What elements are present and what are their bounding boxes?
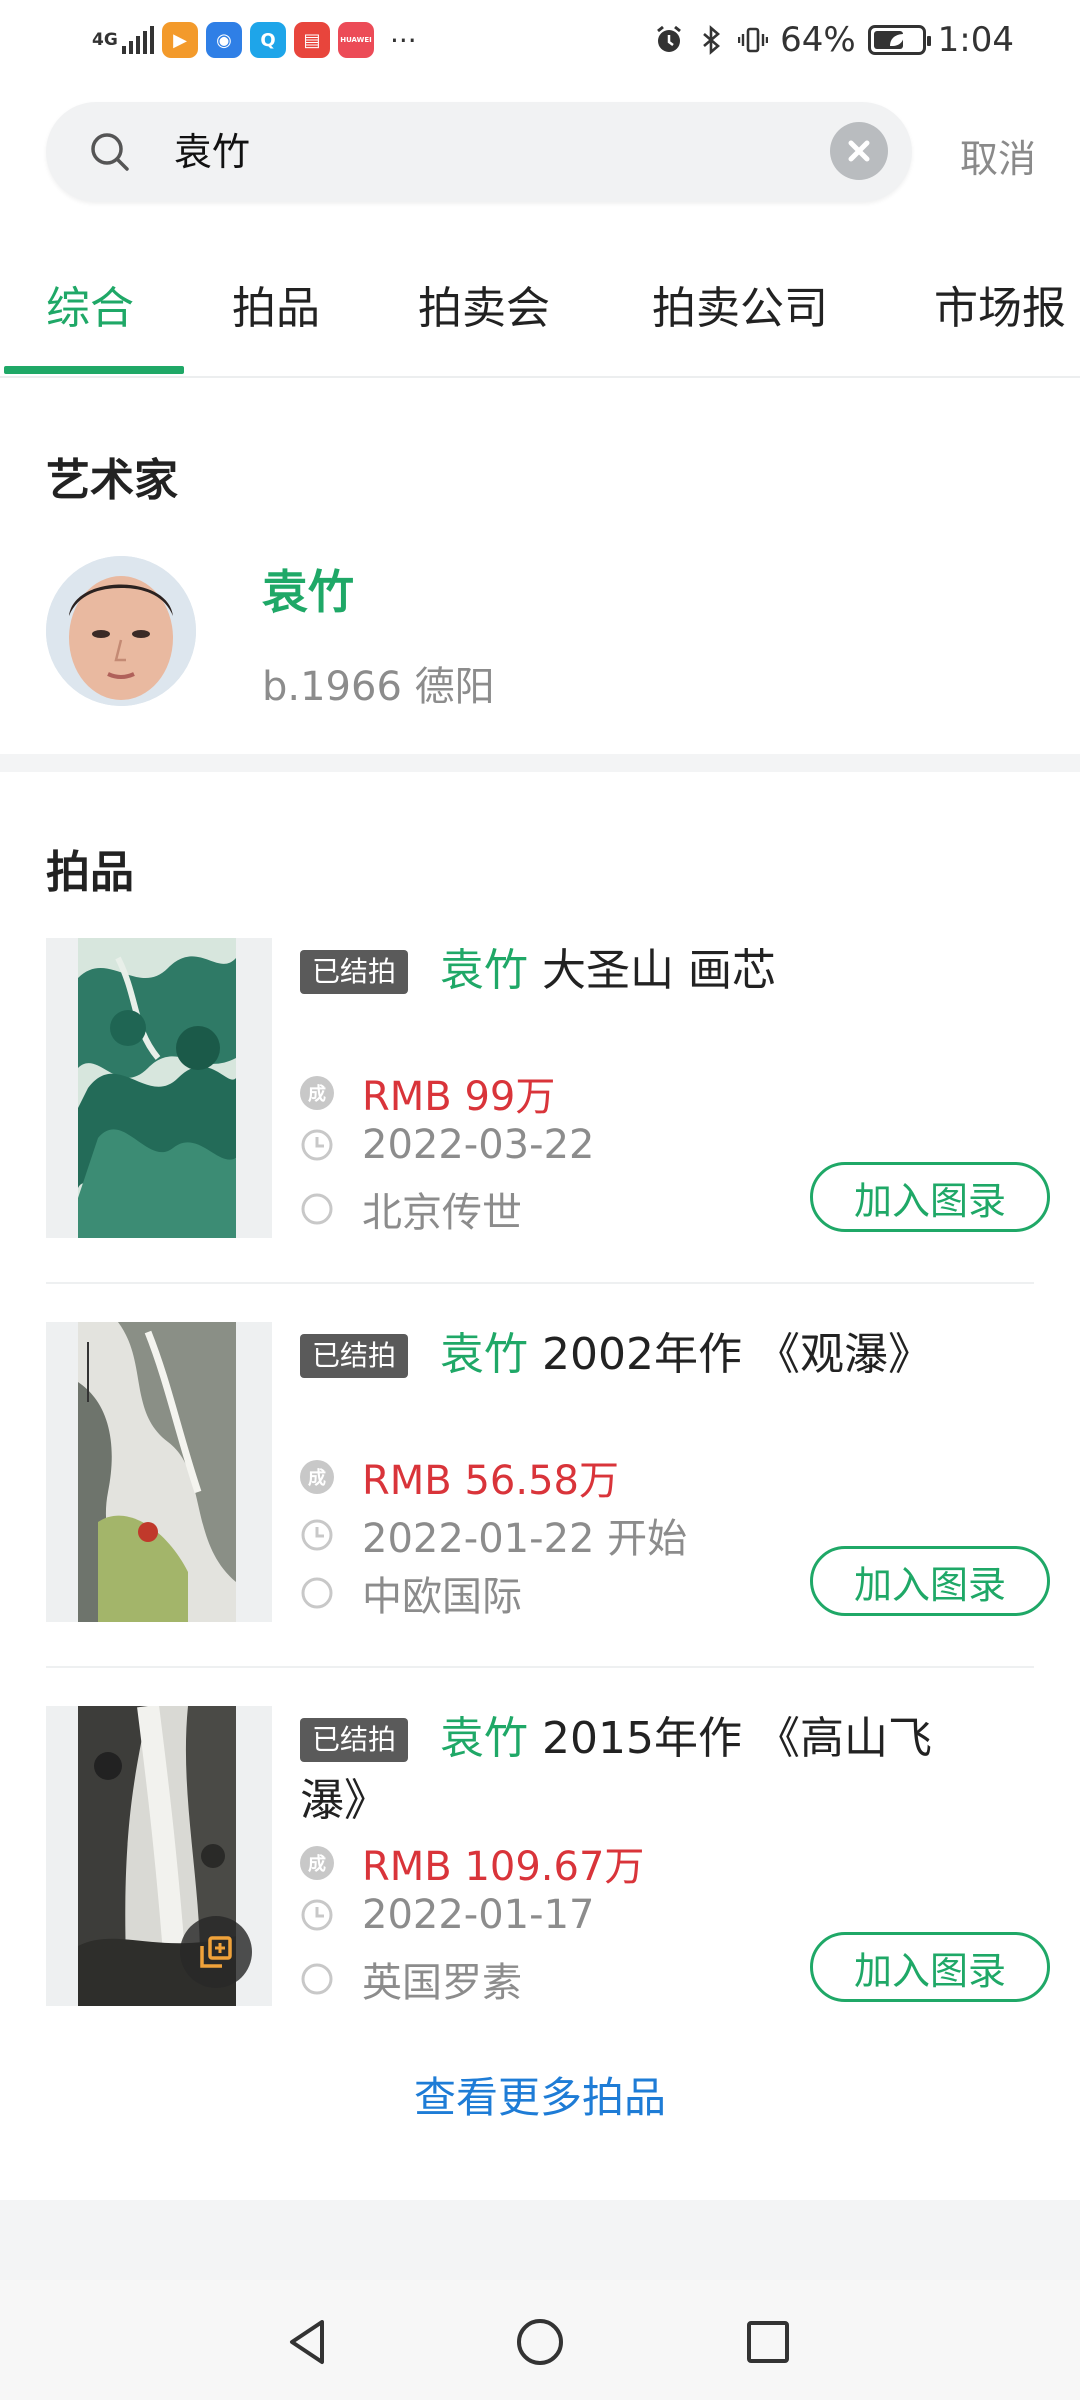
lot-date: 2022-01-22 开始 [362,1516,688,1562]
huawei-app-icon: HUAWEI [338,22,374,58]
date-row: 2022-03-22 [300,1122,594,1168]
recents-button[interactable] [736,2310,800,2374]
active-tab-indicator [4,366,184,374]
list-item[interactable]: 已结拍 袁竹 2002年作 《观瀑》 成 RMB 56.58万 2022-01-… [0,1284,1080,1668]
video-app-icon: ▶ [162,22,198,58]
cancel-button[interactable]: 取消 [960,128,1036,183]
list-item[interactable]: 已结拍 袁竹 2015年作 《高山飞瀑》 成 RMB 109.67万 2022-… [0,1668,1080,2052]
artist-section-title: 艺术家 [46,455,178,506]
recents-icon [747,2321,789,2363]
lot-date: 2022-03-22 [362,1122,595,1168]
status-bar: 4G ▶ ◉ Q ▤ HUAWEI ··· 64% 1:04 [0,0,1080,80]
lot-artist-highlight: 袁竹 [440,945,528,996]
bulb-app-icon: ◉ [206,22,242,58]
artist-meta: b.1966 德阳 [262,664,495,710]
clear-search-button[interactable] [830,122,888,180]
tab-auctions[interactable]: 拍卖会 [418,272,550,336]
lot-date: 2022-01-17 [362,1892,595,1938]
clock-icon [301,1129,333,1161]
lots-section: 拍品 已结拍 袁竹 大圣山 画芯 成 RMB 99万 2022-03-22 北京… [0,772,1080,2200]
tab-market-report[interactable]: 市场报 [934,272,1066,336]
clock: 1:04 [937,20,1014,60]
lot-price: RMB 56.58万 [362,1458,619,1504]
home-icon [517,2319,563,2365]
close-icon [848,140,870,162]
lot-image[interactable] [46,938,272,1238]
lot-title[interactable]: 袁竹 大圣山 画芯 [300,940,990,1002]
house-row: 北京传世 [300,1180,522,1238]
deal-icon: 成 [300,1460,334,1494]
house-row: 中欧国际 [300,1564,522,1622]
lot-price: RMB 109.67万 [362,1844,645,1890]
list-item[interactable]: 已结拍 袁竹 大圣山 画芯 成 RMB 99万 2022-03-22 北京传世 … [0,900,1080,1284]
deal-icon: 成 [300,1846,334,1880]
price-row: 成 RMB 109.67万 [300,1834,644,1892]
lot-title-text: 2002年作 《观瀑》 [528,1329,932,1380]
date-row: 2022-01-17 [300,1892,594,1938]
back-icon [290,2320,324,2364]
date-row: 2022-01-22 开始 [300,1506,687,1564]
vibrate-icon [738,27,769,53]
add-to-catalog-button[interactable]: 加入图录 [810,1162,1050,1232]
search-input[interactable] [174,102,834,202]
auction-house-icon [301,1193,333,1225]
avatar[interactable] [46,556,196,706]
battery-percent: 64% [780,20,856,60]
artist-section: 艺术家 袁竹 b.1966 德阳 [0,378,1080,754]
lot-artist-highlight: 袁竹 [440,1329,528,1380]
auction-house-icon [301,1963,333,1995]
alarm-icon [657,25,681,52]
lot-auction-house: 中欧国际 [362,1574,522,1620]
lot-auction-house: 北京传世 [362,1190,522,1236]
search-header: 取消 [0,80,1080,230]
deal-icon: 成 [300,1076,334,1110]
home-button[interactable] [508,2310,572,2374]
search-box[interactable] [46,102,912,202]
clock-icon [301,1899,333,1931]
lot-title[interactable]: 袁竹 2002年作 《观瀑》 [300,1324,990,1386]
battery-icon [867,25,931,55]
floating-add-button[interactable] [180,1916,252,1988]
status-bar-left: 4G ▶ ◉ Q ▤ HUAWEI ··· [92,18,417,62]
bluetooth-icon [703,25,721,55]
tab-overview[interactable]: 综合 [46,272,134,336]
signal-icon [122,26,154,54]
back-button[interactable] [276,2310,340,2374]
search-app-icon: Q [250,22,286,58]
add-to-catalog-button[interactable]: 加入图录 [810,1546,1050,1616]
clock-icon [301,1519,333,1551]
reader-app-icon: ▤ [294,22,330,58]
price-row: 成 RMB 99万 [300,1064,555,1122]
tab-lots[interactable]: 拍品 [232,272,320,336]
search-icon [91,133,129,171]
system-nav-bar [0,2280,1080,2400]
auction-house-icon [301,1577,333,1609]
lot-image[interactable] [46,1322,272,1622]
add-to-catalog-button[interactable]: 加入图录 [810,1932,1050,2002]
lot-auction-house: 英国罗素 [362,1960,522,2006]
artist-name[interactable]: 袁竹 [262,556,354,622]
status-bar-right: 64% 1:04 [654,18,1014,62]
network-type: 4G [92,30,118,50]
lot-title-text: 大圣山 画芯 [528,945,776,996]
add-frame-icon [200,1936,232,1968]
price-row: 成 RMB 56.58万 [300,1448,619,1506]
category-tabs: 综合 拍品 拍卖会 拍卖公司 市场报 [0,230,1080,376]
lot-title[interactable]: 袁竹 2015年作 《高山飞瀑》 [300,1708,990,1832]
view-more-lots-link[interactable]: 查看更多拍品 [0,2064,1080,2125]
lot-price: RMB 99万 [362,1074,556,1120]
lot-title-text: 2015年作 《高山飞瀑》 [300,1713,932,1826]
lot-artist-highlight: 袁竹 [440,1713,528,1764]
lots-section-title: 拍品 [46,847,134,898]
house-row: 英国罗素 [300,1950,522,2008]
more-notifications-icon: ··· [390,23,417,57]
tab-auction-houses[interactable]: 拍卖公司 [652,272,828,336]
